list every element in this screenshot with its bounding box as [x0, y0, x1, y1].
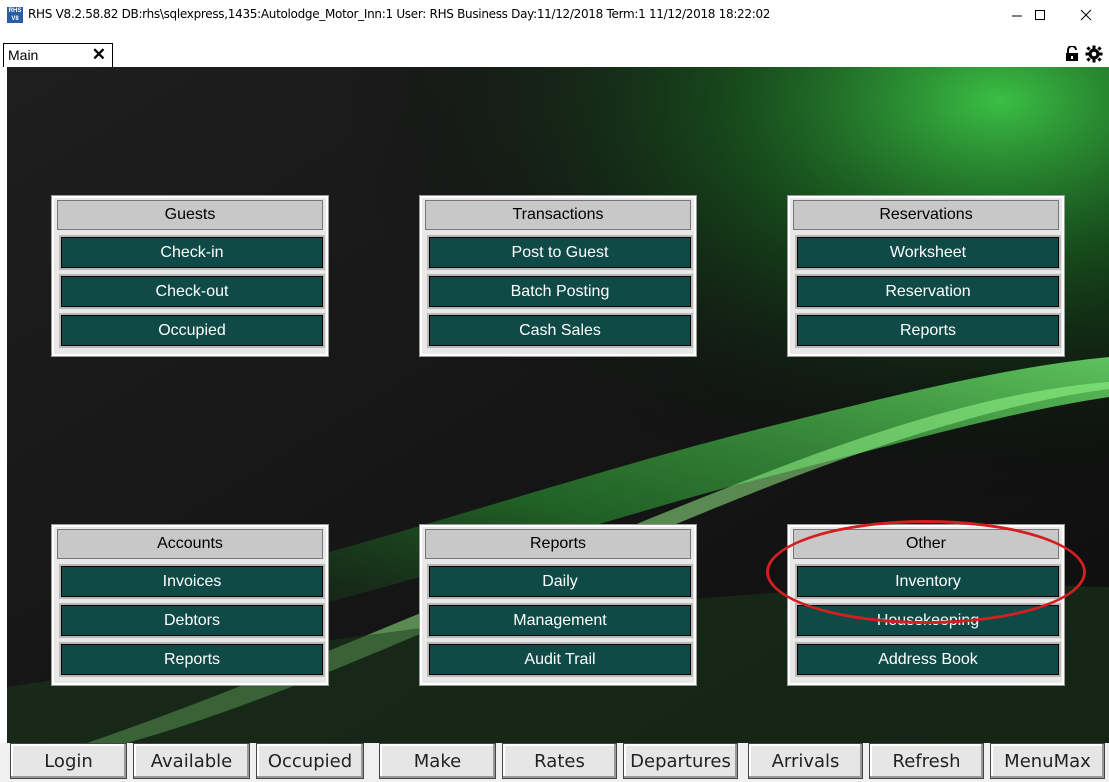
arrivals-button[interactable]: Arrivals — [748, 743, 863, 779]
panel-accounts: Accounts Invoices Debtors Reports — [52, 525, 328, 685]
batch-posting-button[interactable]: Batch Posting — [427, 274, 693, 309]
post-to-guest-button[interactable]: Post to Guest — [427, 235, 693, 270]
panel-transactions-title: Transactions — [425, 200, 691, 230]
make-button[interactable]: Make — [379, 743, 496, 779]
main-desktop: Guests Check-in Check-out Occupied Trans… — [7, 67, 1109, 743]
address-book-button[interactable]: Address Book — [795, 642, 1061, 677]
panel-transactions: Transactions Post to Guest Batch Posting… — [420, 196, 696, 356]
invoices-button[interactable]: Invoices — [59, 564, 325, 599]
panel-reservations: Reservations Worksheet Reservation Repor… — [788, 196, 1064, 356]
panel-reports-title: Reports — [425, 529, 691, 559]
panel-guests-title: Guests — [57, 200, 323, 230]
close-window-button[interactable] — [1063, 0, 1109, 30]
tab-main[interactable]: Main ✕ — [3, 43, 113, 67]
tab-main-label: Main — [8, 47, 39, 63]
panel-reservations-title: Reservations — [793, 200, 1059, 230]
available-button[interactable]: Available — [133, 743, 250, 779]
panel-accounts-title: Accounts — [57, 529, 323, 559]
check-in-button[interactable]: Check-in — [59, 235, 325, 270]
title-bar: RHS V8 RHS V8.2.58.82 DB:rhs\sqlexpress,1… — [0, 0, 1109, 30]
daily-button[interactable]: Daily — [427, 564, 693, 599]
close-icon — [1080, 9, 1092, 21]
audit-trail-button[interactable]: Audit Trail — [427, 642, 693, 677]
panel-reports: Reports Daily Management Audit Trail — [420, 525, 696, 685]
panel-other: Other Inventory Housekeeping Address Boo… — [788, 525, 1064, 685]
login-button[interactable]: Login — [10, 743, 127, 779]
lock-icon[interactable] — [1065, 45, 1079, 67]
app-icon: RHS V8 — [7, 7, 23, 23]
rates-button[interactable]: Rates — [502, 743, 617, 779]
maximize-icon — [1035, 10, 1045, 20]
departures-button[interactable]: Departures — [623, 743, 738, 779]
management-button[interactable]: Management — [427, 603, 693, 638]
window-title: RHS V8.2.58.82 DB:rhs\sqlexpress,1435:Au… — [28, 7, 771, 21]
cash-sales-button[interactable]: Cash Sales — [427, 313, 693, 348]
maximize-button[interactable] — [1017, 0, 1063, 30]
panel-guests: Guests Check-in Check-out Occupied — [52, 196, 328, 356]
occupied-button[interactable]: Occupied — [59, 313, 325, 348]
occupied-bar-button[interactable]: Occupied — [256, 743, 364, 779]
reservation-button[interactable]: Reservation — [795, 274, 1061, 309]
debtors-button[interactable]: Debtors — [59, 603, 325, 638]
housekeeping-button[interactable]: Housekeeping — [795, 603, 1061, 638]
panel-other-title: Other — [793, 529, 1059, 559]
refresh-button[interactable]: Refresh — [869, 743, 984, 779]
gear-icon[interactable] — [1085, 45, 1103, 68]
reservation-reports-button[interactable]: Reports — [795, 313, 1061, 348]
inventory-button[interactable]: Inventory — [795, 564, 1061, 599]
menumax-button[interactable]: MenuMax — [990, 743, 1105, 779]
worksheet-button[interactable]: Worksheet — [795, 235, 1061, 270]
tab-bar: Main ✕ — [0, 43, 1109, 67]
accounts-reports-button[interactable]: Reports — [59, 642, 325, 677]
check-out-button[interactable]: Check-out — [59, 274, 325, 309]
bottom-toolbar: Login Available Occupied Make Rates Depa… — [0, 743, 1109, 782]
tab-close-icon[interactable]: ✕ — [92, 45, 106, 65]
